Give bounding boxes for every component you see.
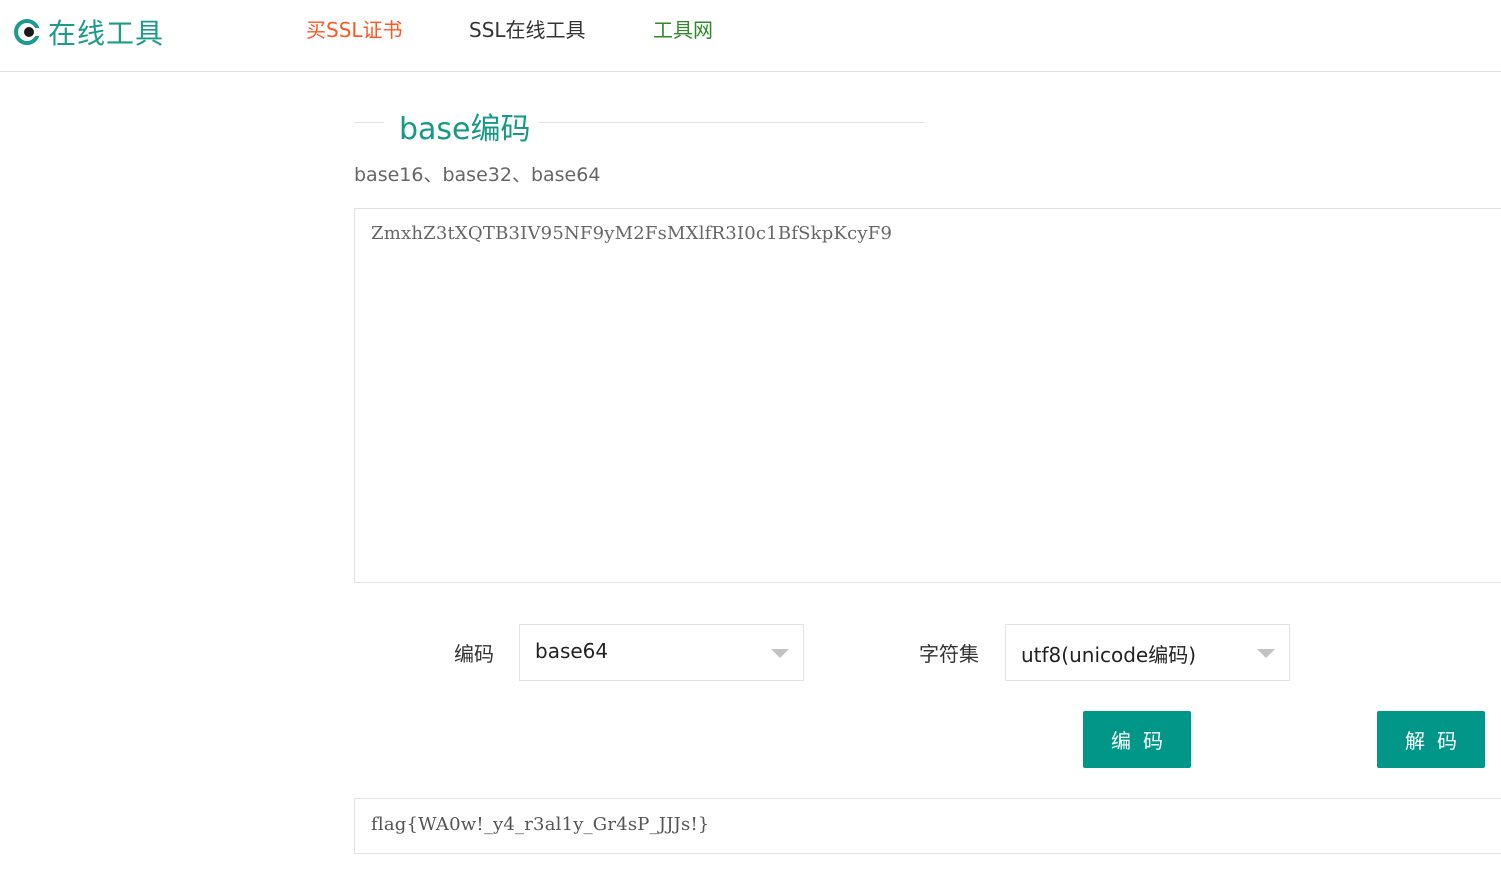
- site-logo[interactable]: 在线工具: [14, 12, 164, 52]
- section-title-row: base编码: [354, 100, 924, 147]
- input-text: ZmxhZ3tXQTB3IV95NF9yM2FsMXlfR3I0c1BfSkpK…: [371, 223, 893, 244]
- encode-button[interactable]: 编码: [1083, 711, 1191, 768]
- output-text: flag{WA0w!_y4_r3al1y_Gr4sP_JJJs!}: [371, 814, 710, 835]
- top-header: 在线工具 买SSL证书 SSL在线工具 工具网: [0, 0, 1501, 72]
- charset-select[interactable]: utf8(unicode编码): [1005, 624, 1290, 681]
- page-title: base编码: [399, 112, 531, 147]
- charset-select-value: utf8(unicode编码): [1021, 643, 1197, 667]
- encoding-select[interactable]: base64: [519, 624, 804, 681]
- input-textarea[interactable]: ZmxhZ3tXQTB3IV95NF9yM2FsMXlfR3I0c1BfSkpK…: [354, 208, 1501, 583]
- charset-label: 字符集: [919, 642, 979, 666]
- decode-button[interactable]: 解码: [1377, 711, 1485, 768]
- logo-text: 在线工具: [48, 17, 165, 50]
- chevron-down-icon: [1257, 649, 1275, 658]
- nav-ssl-tools[interactable]: SSL在线工具: [469, 14, 586, 43]
- logo-icon: [14, 19, 41, 45]
- nav-tool-site[interactable]: 工具网: [653, 14, 713, 43]
- chevron-down-icon: [771, 649, 789, 658]
- title-divider-right: [538, 122, 924, 123]
- page-subtitle: base16、base32、base64: [354, 164, 601, 186]
- encoding-label: 编码: [454, 642, 494, 666]
- output-field[interactable]: flag{WA0w!_y4_r3al1y_Gr4sP_JJJs!}: [354, 798, 1501, 854]
- title-divider-left: [354, 122, 384, 123]
- encoding-select-value: base64: [535, 639, 609, 663]
- nav-buy-ssl[interactable]: 买SSL证书: [306, 14, 403, 43]
